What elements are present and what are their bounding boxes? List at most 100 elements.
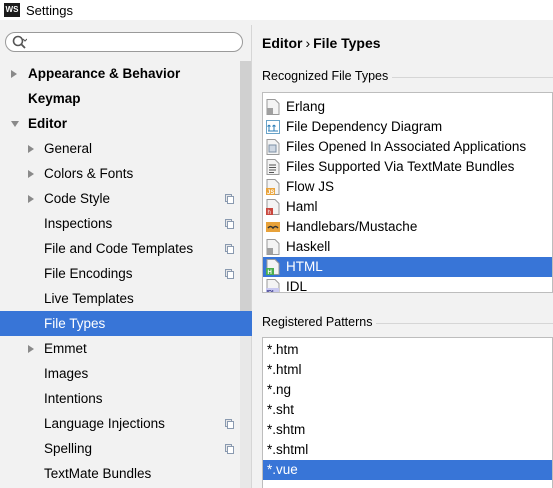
registered-patterns-list[interactable]: *.htm *.html *.ng *.sht *.shtm *.shtml *.vue	[262, 337, 553, 488]
file-type-row[interactable]: Erlang	[263, 97, 552, 117]
expanded-arrow-icon[interactable]	[11, 121, 19, 127]
project-settings-icon	[225, 244, 234, 254]
textmate-file-icon	[266, 159, 280, 175]
file-type-row[interactable]: IDL IDL	[263, 277, 552, 293]
sidebar-item-code-style[interactable]: Code Style	[0, 186, 252, 211]
pattern-row[interactable]: *.ng	[263, 380, 552, 400]
file-type-label: IDL	[286, 279, 308, 293]
project-settings-icon	[225, 194, 234, 204]
sidebar-item-label: File Types	[44, 316, 106, 331]
collapsed-arrow-icon[interactable]	[28, 145, 34, 153]
sidebar-item-label: TextMate Bundles	[44, 466, 152, 481]
file-type-row[interactable]: h Haml	[263, 197, 552, 217]
associated-app-file-icon	[266, 139, 280, 155]
file-type-label: Files Opened In Associated Applications	[286, 139, 527, 154]
pattern-row[interactable]: *.htm	[263, 340, 552, 360]
svg-text:JS: JS	[267, 190, 274, 195]
breadcrumb-separator: ›	[305, 35, 311, 51]
sidebar-item-appearance-behavior[interactable]: Appearance & Behavior	[0, 61, 252, 86]
sidebar-item-label: General	[44, 141, 93, 156]
pattern-row[interactable]: *.shtm	[263, 420, 552, 440]
file-type-label: Flow JS	[286, 179, 335, 194]
webstorm-app-icon: WS	[4, 3, 20, 17]
collapsed-arrow-icon[interactable]	[28, 170, 34, 178]
sidebar-item-label: Emmet	[44, 341, 87, 356]
recognized-file-types-label: Recognized File Types	[262, 69, 393, 83]
sidebar-item-intentions[interactable]: Intentions	[0, 386, 252, 411]
file-type-row[interactable]: File Dependency Diagram	[263, 117, 552, 137]
recognized-file-types-list[interactable]: Erlang File Dependency Diagram Files Opene…	[262, 92, 553, 293]
sidebar-item-file-and-code-templates[interactable]: File and Code Templates	[0, 236, 252, 261]
sidebar-item-label: Images	[44, 366, 89, 381]
sidebar-item-label: Inspections	[44, 216, 113, 231]
sidebar-item-images[interactable]: Images	[0, 361, 252, 386]
sidebar-item-label: File and Code Templates	[44, 241, 194, 256]
pattern-row[interactable]: *.sht	[263, 400, 552, 420]
file-type-label: HTML	[286, 259, 323, 274]
pattern-row[interactable]: *.html	[263, 360, 552, 380]
file-type-label: Files Supported Via TextMate Bundles	[286, 159, 515, 174]
haml-file-icon: h	[266, 199, 280, 215]
file-type-row[interactable]: Haskell	[263, 237, 552, 257]
pattern-row[interactable]: *.shtml	[263, 440, 552, 460]
project-settings-icon	[225, 269, 234, 279]
svg-text:h: h	[268, 210, 271, 215]
file-type-label: Handlebars/Mustache	[286, 219, 418, 234]
sidebar-item-file-encodings[interactable]: File Encodings	[0, 261, 252, 286]
sidebar-item-label: Language Injections	[44, 416, 165, 431]
sidebar-item-keymap[interactable]: Keymap	[0, 86, 252, 111]
collapsed-arrow-icon[interactable]	[28, 345, 34, 353]
dependency-diagram-icon	[266, 120, 280, 134]
file-type-label: Erlang	[286, 99, 326, 114]
sidebar-item-emmet[interactable]: Emmet	[0, 336, 252, 361]
file-types-panel: Editor › File Types Recognized File Types …	[253, 25, 553, 488]
search-input[interactable]	[5, 32, 243, 52]
sidebar-item-label: Live Templates	[44, 291, 134, 306]
haskell-file-icon	[266, 239, 280, 255]
sidebar-item-spelling[interactable]: Spelling	[0, 436, 252, 461]
collapsed-arrow-icon[interactable]	[11, 70, 17, 78]
breadcrumb-parent: Editor	[262, 35, 303, 51]
settings-sidebar: Appearance & Behavior Keymap Editor General…	[0, 25, 252, 488]
flow-js-file-icon: JS	[266, 179, 280, 195]
sidebar-item-editor[interactable]: Editor	[0, 111, 252, 136]
registered-patterns-label: Registered Patterns	[262, 315, 377, 329]
sidebar-item-live-templates[interactable]: Live Templates	[0, 286, 252, 311]
file-type-row[interactable]: Handlebars/Mustache	[263, 217, 552, 237]
project-settings-icon	[225, 419, 234, 429]
sidebar-item-general[interactable]: General	[0, 136, 252, 161]
window-title: Settings	[26, 2, 73, 18]
title-bar: WS Settings	[0, 0, 553, 20]
sidebar-item-colors-fonts[interactable]: Colors & Fonts	[0, 161, 252, 186]
file-type-label: File Dependency Diagram	[286, 119, 443, 134]
sidebar-item-label: Spelling	[44, 441, 93, 456]
project-settings-icon	[225, 444, 234, 454]
collapsed-arrow-icon[interactable]	[28, 195, 34, 203]
sidebar-item-file-types[interactable]: File Types	[0, 311, 252, 336]
file-type-row[interactable]: Files Opened In Associated Applications	[263, 137, 552, 157]
sidebar-item-language-injections[interactable]: Language Injections	[0, 411, 252, 436]
sidebar-item-label: Appearance & Behavior	[28, 66, 181, 81]
html-file-icon: H	[266, 259, 280, 275]
file-type-row[interactable]: JS Flow JS	[263, 177, 552, 197]
sidebar-item-label: Colors & Fonts	[44, 166, 134, 181]
sidebar-item-inspections[interactable]: Inspections	[0, 211, 252, 236]
search-icon	[12, 35, 27, 49]
sidebar-item-textmate-bundles[interactable]: TextMate Bundles	[0, 461, 252, 486]
settings-tree: Appearance & Behavior Keymap Editor General…	[0, 61, 252, 486]
sidebar-item-label: Keymap	[28, 91, 81, 106]
sidebar-item-label: Editor	[28, 116, 67, 131]
erlang-file-icon	[266, 99, 280, 115]
file-type-row[interactable]: H HTML	[263, 257, 552, 277]
sidebar-item-label: File Encodings	[44, 266, 133, 281]
file-type-row[interactable]: Files Supported Via TextMate Bundles	[263, 157, 552, 177]
breadcrumb-current: File Types	[313, 35, 381, 51]
pattern-row[interactable]: *.vue	[263, 460, 552, 480]
svg-text:IDL: IDL	[267, 290, 277, 293]
breadcrumb: Editor › File Types	[262, 35, 381, 51]
svg-text:H: H	[268, 270, 272, 275]
file-type-label: Haml	[286, 199, 318, 214]
sidebar-item-label: Intentions	[44, 391, 103, 406]
handlebars-file-icon	[266, 222, 280, 232]
project-settings-icon	[225, 219, 234, 229]
